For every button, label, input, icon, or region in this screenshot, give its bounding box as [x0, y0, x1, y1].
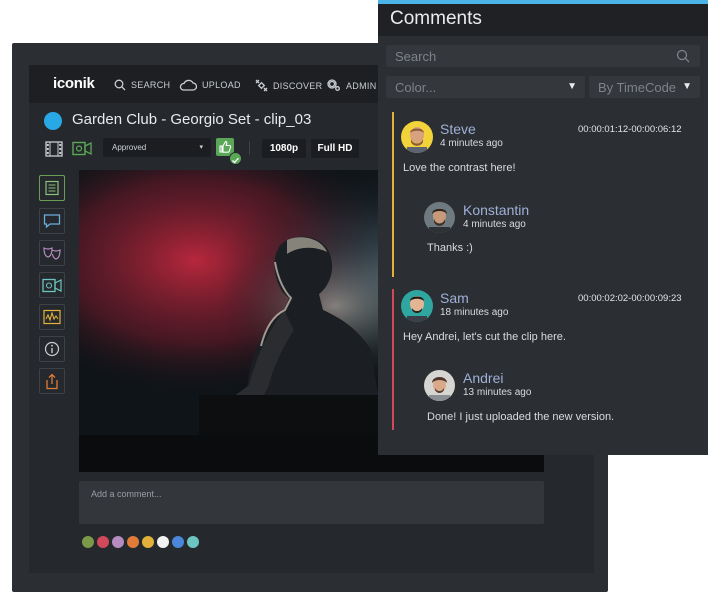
color-swatch-white[interactable]	[157, 536, 169, 548]
share-icon	[46, 373, 58, 389]
nav-upload[interactable]: UPLOAD	[179, 79, 241, 91]
color-swatch-orange[interactable]	[127, 536, 139, 548]
cloud-upload-icon	[179, 79, 197, 91]
reply-author[interactable]: Andrei	[463, 370, 503, 386]
notes-icon	[45, 180, 59, 196]
sidebar-info[interactable]	[39, 336, 65, 362]
nav-discover[interactable]: DISCOVER	[255, 79, 322, 92]
status-value: Approved	[112, 143, 147, 152]
proxy-video-icon[interactable]	[72, 141, 92, 156]
reply-time: 4 minutes ago	[463, 219, 526, 230]
comment-placeholder: Add a comment...	[91, 489, 162, 499]
chevron-down-icon: ▼	[682, 81, 692, 92]
search-icon	[114, 79, 126, 91]
sidebar-waveform[interactable]	[39, 304, 65, 330]
sidebar-share[interactable]	[39, 368, 65, 394]
comment-timecode[interactable]: 00:00:01:12-00:00:06:12	[578, 124, 682, 135]
reply-author[interactable]: Konstantin	[463, 202, 529, 218]
comment-text: Love the contrast here!	[403, 162, 516, 174]
avatar	[424, 370, 455, 401]
search-icon	[676, 49, 690, 63]
sidebar-proxies[interactable]	[39, 272, 65, 298]
comment-input[interactable]: Add a comment...	[79, 481, 544, 524]
color-filter-value: Color...	[395, 80, 437, 95]
sidebar-faces[interactable]	[39, 240, 65, 266]
comment-time: 4 minutes ago	[440, 138, 503, 149]
reply-text: Done! I just uploaded the new version.	[427, 411, 615, 423]
comment-timecode[interactable]: 00:00:02:02-00:00:09:23	[578, 293, 682, 304]
video-camera-icon	[42, 278, 62, 292]
reply-time: 13 minutes ago	[463, 387, 532, 398]
avatar	[401, 290, 433, 322]
comment-time: 18 minutes ago	[440, 307, 509, 318]
info-icon	[44, 341, 60, 357]
color-filter-select[interactable]: Color... ▼	[386, 76, 585, 98]
speech-bubble-icon	[43, 214, 61, 229]
film-strip-icon[interactable]	[45, 141, 63, 157]
comments-search-input[interactable]: Search	[386, 45, 700, 67]
satellite-icon	[255, 79, 268, 92]
nav-label: SEARCH	[131, 80, 171, 90]
asset-title: Garden Club - Georgio Set - clip_03	[72, 111, 312, 128]
brand-logo[interactable]: iconik	[53, 75, 95, 92]
resolution-badge[interactable]: 1080p	[262, 139, 306, 158]
approved-check-icon	[229, 152, 242, 165]
avatar	[401, 121, 433, 153]
color-swatch-teal[interactable]	[187, 536, 199, 548]
nav-label: DISCOVER	[273, 80, 323, 91]
sidebar-chat[interactable]	[39, 208, 65, 234]
comments-title: Comments	[390, 8, 482, 29]
sort-select[interactable]: By TimeCode ▼	[589, 76, 700, 98]
thread-color-bar	[392, 112, 394, 277]
color-swatch-red[interactable]	[97, 536, 109, 548]
audio-waveform-icon	[43, 309, 61, 325]
color-swatch-purple[interactable]	[112, 536, 124, 548]
nav-label: UPLOAD	[202, 80, 241, 90]
chevron-down-icon: ▼	[567, 81, 577, 92]
approval-status-select[interactable]: Approved ▾	[103, 138, 211, 157]
asset-color-dot	[44, 112, 62, 130]
search-placeholder: Search	[395, 49, 437, 64]
comment-author[interactable]: Steve	[440, 121, 476, 137]
thread-color-bar	[392, 289, 394, 430]
color-swatch-blue[interactable]	[172, 536, 184, 548]
toolbar-divider	[249, 141, 250, 155]
nav-label: ADMIN	[346, 80, 377, 91]
sidebar-comments-list[interactable]	[39, 175, 65, 201]
color-swatch-yellow[interactable]	[142, 536, 154, 548]
avatar	[424, 202, 455, 233]
gears-icon	[327, 79, 340, 91]
chevron-down-icon: ▾	[199, 144, 203, 151]
theater-masks-icon	[43, 247, 61, 260]
quality-badge[interactable]: Full HD	[311, 139, 359, 158]
comment-author[interactable]: Sam	[440, 290, 469, 306]
color-swatch-green[interactable]	[82, 536, 94, 548]
nav-admin[interactable]: ADMIN	[327, 79, 377, 92]
comment-text: Hey Andrei, let's cut the clip here.	[403, 331, 566, 343]
reply-text: Thanks :)	[427, 242, 473, 254]
sort-value: By TimeCode	[598, 80, 677, 95]
nav-search[interactable]: SEARCH	[114, 79, 170, 91]
